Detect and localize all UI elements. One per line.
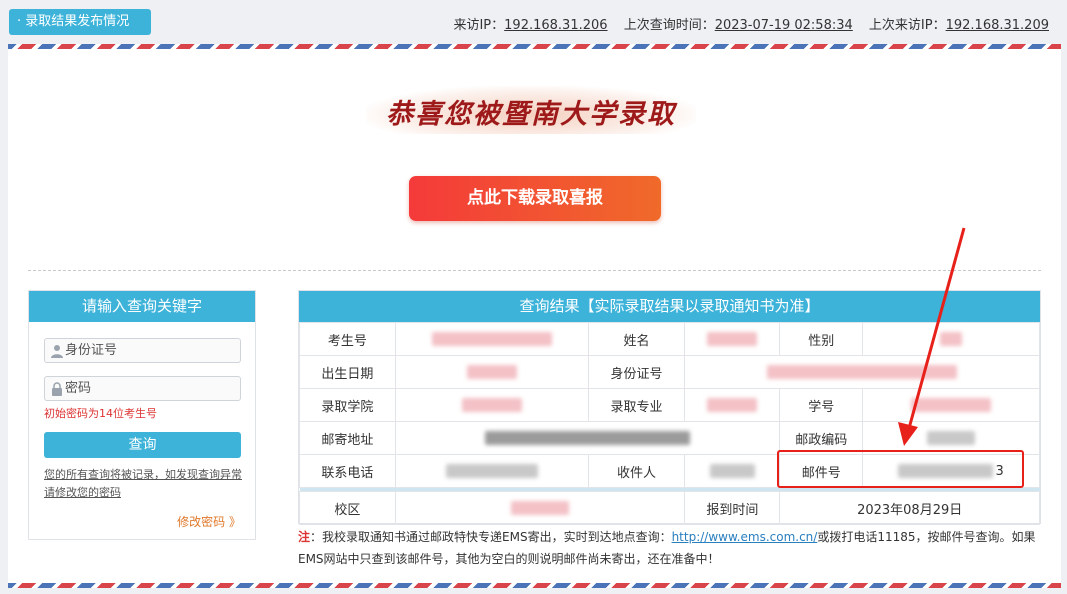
major-value [684, 388, 781, 422]
phone-value [394, 454, 589, 488]
college-value [394, 388, 589, 422]
name-value [684, 322, 781, 356]
postcode-label: 邮政编码 [779, 421, 864, 455]
birth-date-value [394, 355, 589, 389]
address-label: 邮寄地址 [299, 421, 396, 455]
birth-date-label: 出生日期 [299, 355, 396, 389]
table-row: 联系电话 收件人 邮件号 3 [299, 454, 1040, 488]
id-number-input[interactable] [65, 342, 235, 359]
mail-no-value: 3 [862, 454, 1040, 488]
id-no-label: 身份证号 [587, 355, 686, 389]
major-label: 录取专业 [587, 388, 686, 422]
footnote-label: 注 [298, 530, 311, 544]
campus-value [394, 491, 686, 525]
congrats-text: 恭喜您被暨南大学录取 [386, 99, 676, 130]
exam-no-label: 考生号 [299, 322, 396, 356]
student-no-label: 学号 [779, 388, 864, 422]
id-no-value [684, 355, 1040, 389]
report-time-label: 报到时间 [684, 491, 781, 525]
recipient-value [684, 454, 781, 488]
change-password-link[interactable]: 修改密码 》 [177, 513, 241, 530]
mail-no-label: 邮件号 [779, 454, 864, 488]
recipient-label: 收件人 [587, 454, 686, 488]
last-ip-value: 192.168.31.209 [945, 18, 1049, 33]
top-bar: · 录取结果发布情况 来访IP：192.168.31.206 上次查询时间：20… [0, 0, 1067, 44]
campus-label: 校区 [299, 491, 396, 525]
publish-status-tab[interactable]: · 录取结果发布情况 [9, 9, 151, 35]
result-card: 恭喜您被暨南大学录取 点此下载录取喜报 请输入查询关键字 初始密码为14位考生号… [8, 44, 1061, 588]
user-icon [51, 344, 63, 358]
name-label: 姓名 [587, 322, 686, 356]
airmail-border-bottom [8, 583, 1061, 588]
id-number-field[interactable] [44, 338, 241, 363]
ems-link[interactable]: http://www.ems.com.cn/ [672, 530, 818, 544]
password-field[interactable] [44, 376, 241, 401]
last-ip-label: 上次来访IP： [868, 18, 946, 33]
mail-no-tail: 3 [995, 463, 1004, 479]
query-panel-title: 请输入查询关键字 [29, 291, 255, 322]
visit-ip-value: 192.168.31.206 [504, 18, 608, 33]
visit-ip-label: 来访IP： [453, 18, 505, 33]
query-record-note: 您的所有查询将被记录，如发现查询异常请修改您的密码 [44, 468, 242, 499]
gender-label: 性别 [779, 322, 864, 356]
table-row: 校区 报到时间 2023年08月29日 [299, 491, 1040, 525]
password-input[interactable] [65, 380, 235, 397]
password-hint: 初始密码为14位考生号 [44, 407, 157, 420]
visit-info: 来访IP：192.168.31.206 上次查询时间：2023-07-19 02… [453, 14, 1049, 33]
airmail-border-top [8, 44, 1061, 49]
last-query-time: 2023-07-19 02:58:34 [714, 18, 853, 33]
download-admission-poster-button[interactable]: 点此下载录取喜报 [409, 176, 661, 221]
ems-footnote: 注：我校录取通知书通过邮政特快专递EMS寄出，实时到达地点查询：http://w… [298, 526, 1038, 570]
query-panel: 请输入查询关键字 初始密码为14位考生号 查询 您的所有查询将被记录，如发现查询… [28, 290, 256, 540]
report-date-value: 2023年08月29日 [779, 491, 1040, 525]
lock-icon [51, 382, 63, 396]
last-query-label: 上次查询时间： [623, 18, 715, 33]
exam-no-value [394, 322, 589, 356]
congrats-banner: 恭喜您被暨南大学录取 [366, 84, 696, 136]
phone-label: 联系电话 [299, 454, 396, 488]
college-label: 录取学院 [299, 388, 396, 422]
red-arrow-annotation [898, 227, 966, 446]
query-button[interactable]: 查询 [44, 432, 241, 458]
address-value [394, 421, 781, 455]
footnote-text-1: ：我校录取通知书通过邮政特快专递EMS寄出，实时到达地点查询： [310, 530, 672, 544]
